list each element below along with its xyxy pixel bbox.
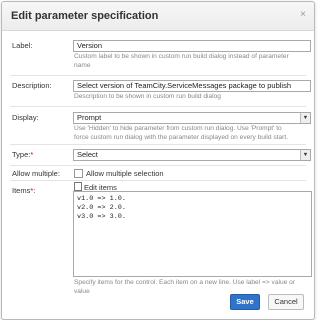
description-hint: Description to be shown in custom run bu… <box>74 93 221 100</box>
label-row: Label: Version Custom label to be shown … <box>10 37 311 76</box>
items-row: Items*: Edit items v1.0 => 1.0. v2.0 => … <box>10 181 312 295</box>
label-hint-2: name <box>74 62 91 69</box>
items-hint-1: Specify items for the control. Each item… <box>74 279 296 286</box>
type-row: Type:* Select ▼ <box>10 145 311 166</box>
edit-items-icon <box>74 182 82 191</box>
items-textarea[interactable]: v1.0 => 1.0. v2.0 => 2.0. v3.0 => 3.0. <box>73 191 312 277</box>
allow-multiple-field-label: Allow multiple: <box>12 169 60 178</box>
type-field-label: Type:* <box>12 150 33 159</box>
type-select[interactable]: Select ▼ <box>73 149 311 161</box>
cancel-button[interactable]: Cancel <box>268 294 304 310</box>
chevron-down-icon: ▼ <box>300 150 310 160</box>
items-line-1: v1.0 => 1.0. <box>77 195 126 203</box>
items-line-3: v3.0 => 3.0. <box>77 213 126 221</box>
dialog-footer: Save Cancel <box>2 289 314 319</box>
description-input[interactable]: Select version of TeamCity.ServiceMessag… <box>73 80 311 92</box>
display-field-label: Display: <box>12 113 39 122</box>
description-field-label: Description: <box>12 81 52 90</box>
edit-parameter-dialog: Edit parameter specification × Label: Ve… <box>1 1 315 320</box>
items-field-label: Items*: <box>12 186 35 195</box>
items-line-2: v2.0 => 2.0. <box>77 204 126 212</box>
label-input[interactable]: Version <box>73 40 311 52</box>
description-row: Description: Select version of TeamCity.… <box>10 76 311 107</box>
display-row: Display: Prompt ▼ Use 'Hidden' to hide p… <box>10 108 311 145</box>
display-select[interactable]: Prompt ▼ <box>73 112 311 124</box>
type-required-mark: * <box>30 150 34 159</box>
label-hint-1: Custom label to be shown in custom run b… <box>74 53 289 60</box>
dialog-titlebar: Edit parameter specification × <box>2 2 314 31</box>
allow-multiple-row: Allow multiple: Allow multiple selection <box>10 166 306 181</box>
items-label-suffix: : <box>33 186 36 195</box>
type-label-text: Type: <box>12 150 31 159</box>
items-label-text: Items <box>12 186 31 195</box>
close-icon[interactable]: × <box>300 9 306 20</box>
display-hint-1: Use 'Hidden' to hide parameter from cust… <box>74 125 282 132</box>
save-button[interactable]: Save <box>230 294 260 310</box>
allow-multiple-checkbox-label[interactable]: Allow multiple selection <box>86 169 164 178</box>
allow-multiple-checkbox[interactable] <box>74 169 83 178</box>
chevron-down-icon: ▼ <box>300 113 310 123</box>
display-select-value: Prompt <box>77 113 102 122</box>
display-hint-2: force custom run dialog with the paramet… <box>74 134 289 141</box>
type-select-value: Select <box>77 150 98 159</box>
label-field-label: Label: <box>12 41 33 50</box>
dialog-title: Edit parameter specification <box>11 10 159 22</box>
